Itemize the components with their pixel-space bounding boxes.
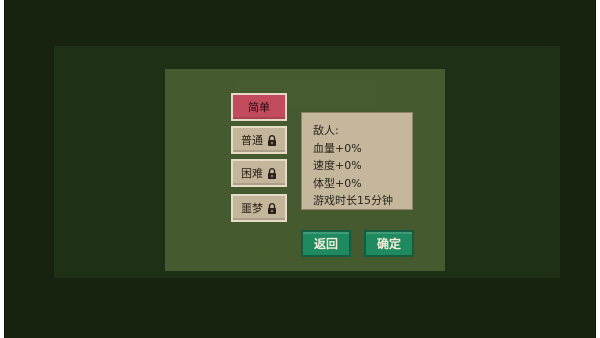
lock-icon [268,167,276,179]
info-line-size: 体型+0% [313,176,362,190]
lock-icon [268,134,276,146]
info-line-speed: 速度+0% [313,159,362,172]
difficulty-nightmare-button[interactable]: 噩梦 [231,194,287,222]
difficulty-label: 困难 [241,167,263,180]
back-button[interactable]: 返回 [301,230,351,257]
difficulty-normal-button[interactable]: 普通 [231,126,287,154]
back-button-label: 返回 [313,237,338,251]
difficulty-info-panel: 敌人: 血量+0% 速度+0% 体型+0% 游戏时长15分钟 [301,112,413,210]
confirm-button[interactable]: 确定 [364,230,414,257]
info-line-enemy: 敌人: [313,124,339,137]
difficulty-label: 普通 [241,134,263,147]
difficulty-label: 噩梦 [241,202,263,215]
lock-icon [268,202,276,214]
difficulty-hard-button[interactable]: 困难 [231,159,287,187]
difficulty-easy-button[interactable]: 简单 [231,93,287,121]
confirm-button-label: 确定 [376,237,401,251]
difficulty-label: 简单 [248,101,270,114]
info-line-duration: 游戏时长15分钟 [313,194,393,207]
info-line-health: 血量+0% [313,141,362,155]
